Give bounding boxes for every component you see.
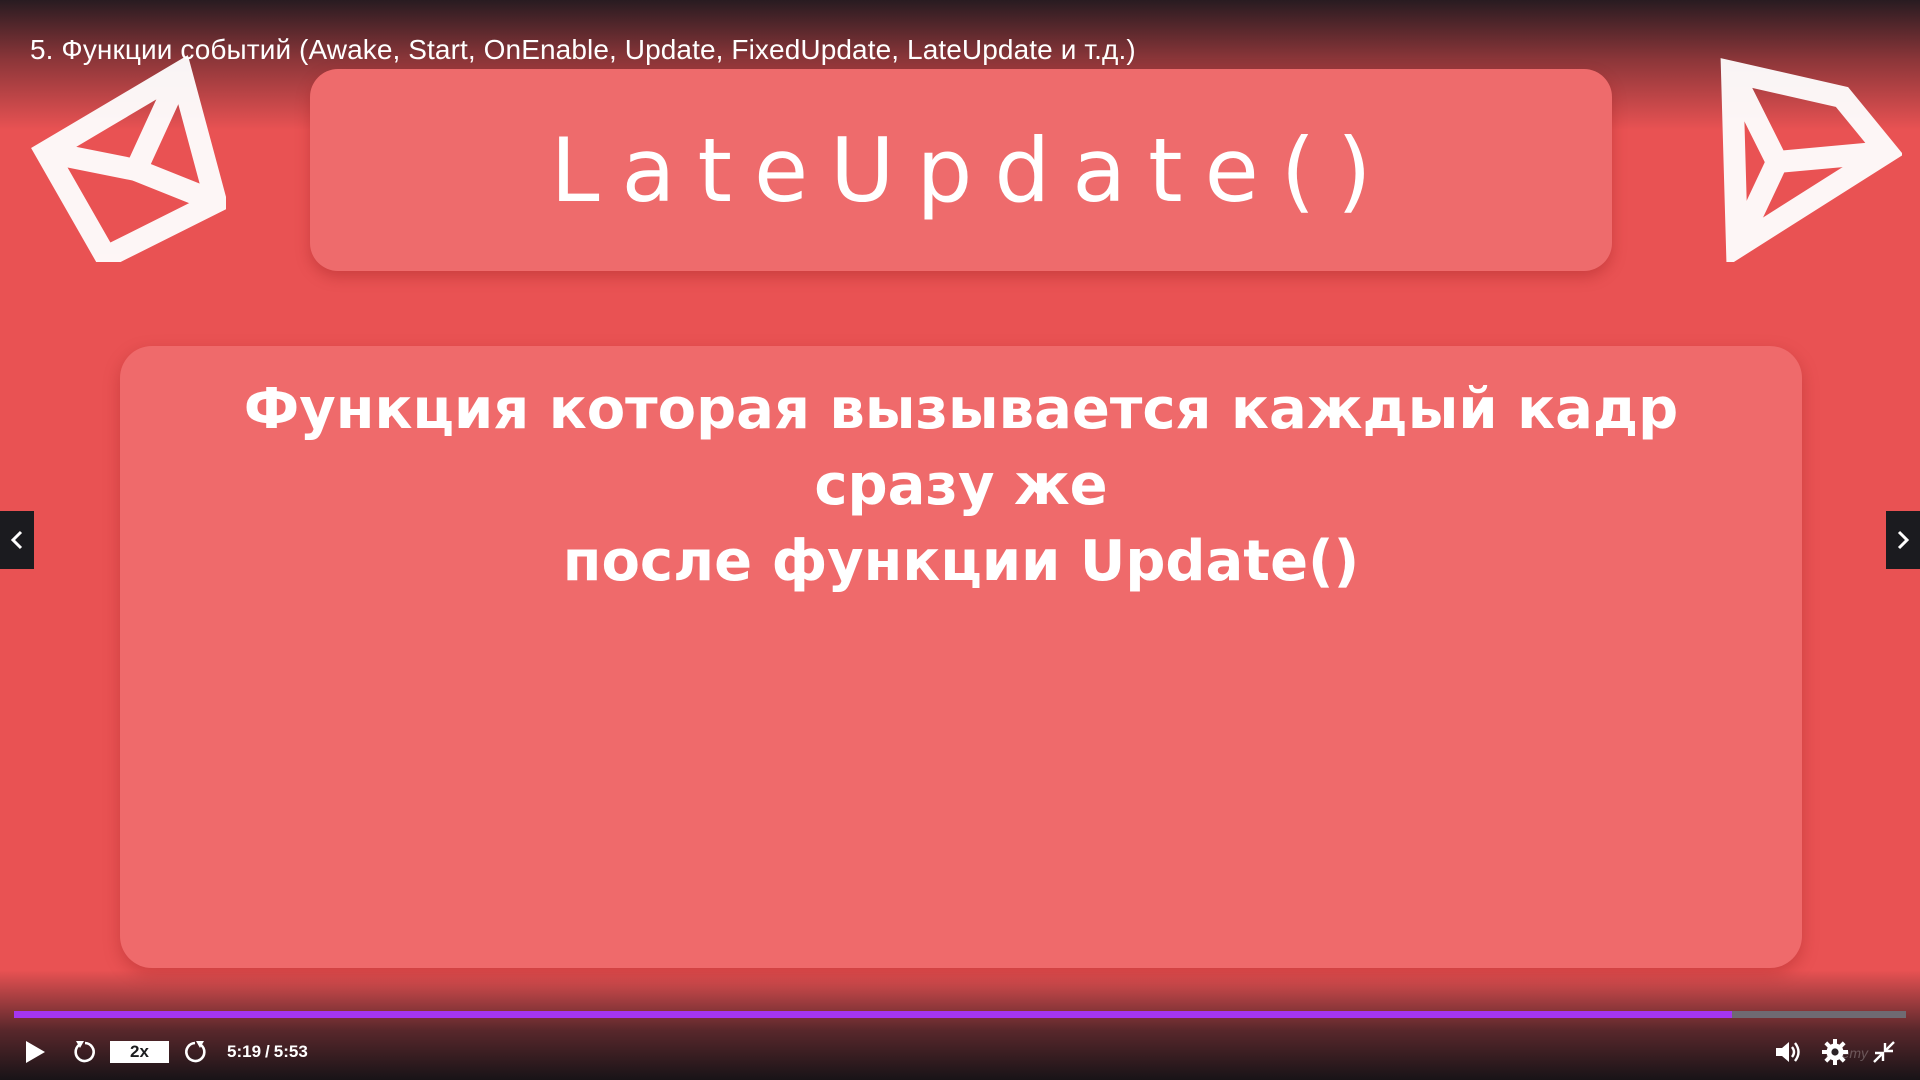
previous-lecture-button[interactable] (0, 511, 34, 569)
progress-bar[interactable] (14, 1011, 1906, 1018)
rewind-icon (74, 1041, 95, 1063)
slide-heading-card: LateUpdate() (310, 69, 1612, 271)
slide-body-card: Функция которая вызывается каждый кадр с… (120, 346, 1802, 968)
slide-body-text: Функция которая вызывается каждый кадр с… (160, 372, 1762, 600)
forward-icon (185, 1041, 206, 1063)
next-lecture-button[interactable] (1886, 511, 1920, 569)
volume-icon (1776, 1042, 1800, 1062)
time-readout: 5:19 / 5:53 (227, 1030, 308, 1074)
total-time: 5:53 (273, 1042, 308, 1061)
slide-body-line: после функции Update() (562, 529, 1360, 594)
gear-icon (1822, 1039, 1848, 1065)
exit-fullscreen-icon (1873, 1041, 1895, 1063)
settings-button[interactable] (1817, 1030, 1853, 1074)
chevron-left-icon (10, 530, 23, 550)
lecture-title: 5. Функции событий (Awake, Start, OnEnab… (30, 34, 1136, 65)
slide-body-line: Функция которая вызывается каждый кадр с… (243, 377, 1679, 518)
time-separator: / (265, 1042, 270, 1061)
play-button[interactable] (18, 1030, 52, 1074)
slide-heading: LateUpdate() (550, 118, 1394, 222)
forward-button[interactable] (178, 1030, 212, 1074)
chevron-right-icon (1897, 530, 1910, 550)
video-player[interactable]: 5. Функции событий (Awake, Start, OnEnab… (0, 0, 1920, 1080)
playback-speed-button[interactable]: 2x (110, 1041, 169, 1063)
player-controls: 2x 5:19 / 5:53 (0, 1030, 1920, 1074)
progress-fill (14, 1011, 1732, 1018)
current-time: 5:19 (227, 1042, 262, 1061)
play-icon (26, 1041, 45, 1063)
unity-logo-icon (31, 55, 226, 262)
volume-button[interactable] (1770, 1030, 1806, 1074)
rewind-button[interactable] (68, 1030, 102, 1074)
exit-fullscreen-button[interactable] (1866, 1030, 1902, 1074)
unity-logo-icon (1720, 58, 1902, 262)
